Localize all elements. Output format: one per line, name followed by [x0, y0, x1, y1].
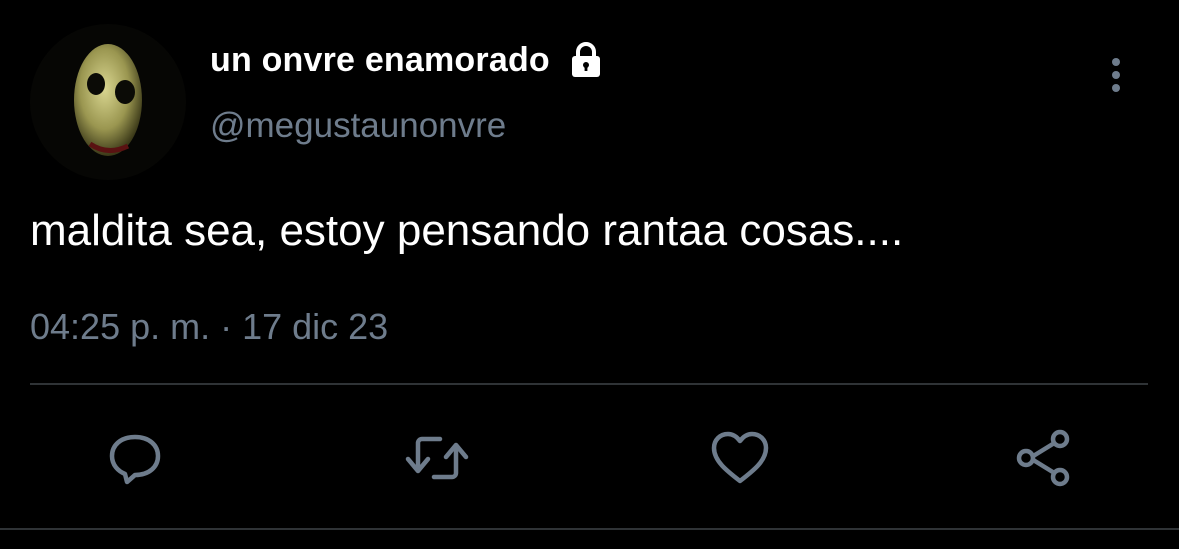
display-name[interactable]: un onvre enamorado [210, 41, 550, 80]
like-button[interactable] [707, 425, 773, 491]
heart-icon [711, 431, 769, 484]
more-vertical-icon [1112, 58, 1120, 92]
share-icon [1016, 429, 1070, 487]
divider [30, 383, 1148, 385]
avatar[interactable] [30, 24, 186, 180]
share-button[interactable] [1010, 425, 1076, 491]
bottom-divider [0, 528, 1179, 530]
author-header[interactable]: un onvre enamorado [210, 40, 606, 80]
tweet-text: maldita sea, estoy pensando rantaa cosas… [30, 206, 904, 255]
reply-button[interactable] [102, 425, 168, 491]
lock-icon [571, 42, 600, 77]
more-options-button[interactable] [1096, 52, 1136, 98]
retweet-button[interactable] [404, 425, 470, 491]
tweet-timestamp[interactable]: 04:25 p. m. · 17 dic 23 [30, 306, 388, 348]
user-handle[interactable]: @megustaunonvre [210, 106, 506, 146]
retweet-icon [405, 436, 469, 480]
avatar-image [30, 24, 186, 180]
reply-icon [109, 434, 161, 485]
